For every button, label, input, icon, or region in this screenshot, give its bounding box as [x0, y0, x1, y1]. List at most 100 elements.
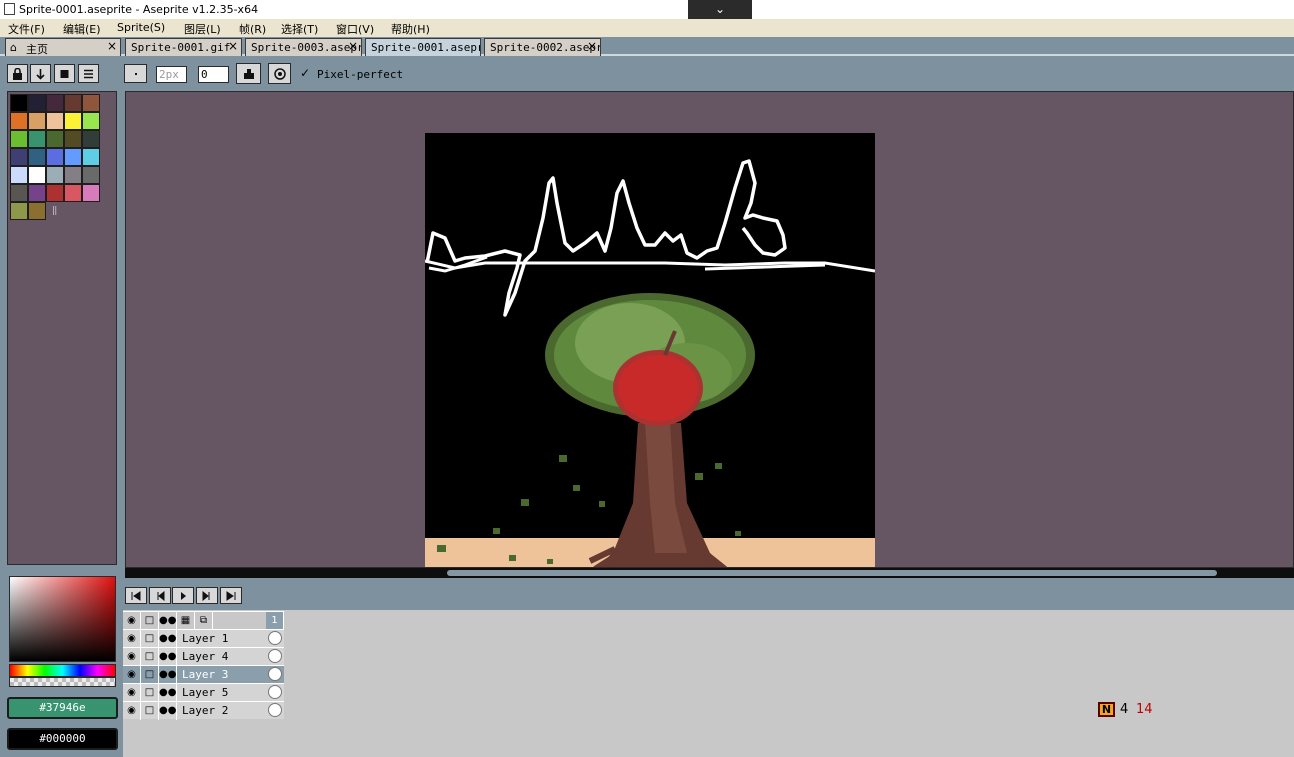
palette-swatch[interactable]: [64, 94, 82, 112]
sprite-canvas[interactable]: [425, 133, 875, 567]
close-icon[interactable]: ×: [228, 39, 238, 53]
tab-sprite-0003[interactable]: Sprite-0003.aseprite ×: [245, 38, 362, 56]
menu-file[interactable]: 文件(F): [8, 21, 45, 37]
lock-icon[interactable]: □: [141, 702, 159, 720]
palette-swatch[interactable]: [28, 202, 46, 220]
menu-layer[interactable]: 图层(L): [184, 21, 221, 37]
palette-swatch[interactable]: [82, 94, 100, 112]
palette-swatch[interactable]: [46, 184, 64, 202]
layer-row[interactable]: ◉ □ ●● Layer 2: [123, 701, 284, 720]
palette-swatch[interactable]: [46, 166, 64, 184]
eye-icon[interactable]: ◉: [123, 612, 141, 630]
layer-cel[interactable]: [268, 685, 282, 699]
tab-home[interactable]: ⌂ 主页 ×: [5, 38, 121, 56]
onion-skin-icon[interactable]: ⧉: [195, 612, 213, 630]
alpha-slider[interactable]: [9, 677, 116, 687]
palette-resize-handle[interactable]: ‖: [52, 206, 57, 216]
menu-help[interactable]: 帮助(H): [391, 21, 430, 37]
palette-swatch[interactable]: [28, 184, 46, 202]
chevron-down-icon[interactable]: ⌄: [688, 0, 752, 19]
palette-swatch[interactable]: [10, 94, 28, 112]
palette-swatch[interactable]: [82, 112, 100, 130]
palette-swatch[interactable]: [64, 112, 82, 130]
palette-swatch[interactable]: [28, 112, 46, 130]
eye-icon[interactable]: ◉: [123, 702, 141, 720]
lock-icon[interactable]: □: [141, 630, 159, 648]
background-color-button[interactable]: #000000: [7, 728, 118, 750]
layer-cel[interactable]: [268, 631, 282, 645]
eye-icon[interactable]: ◉: [123, 630, 141, 648]
continuous-icon[interactable]: ●●: [159, 666, 177, 684]
pixel-perfect-checkbox[interactable]: ✓: [300, 66, 310, 80]
continuous-icon[interactable]: ●●: [159, 648, 177, 666]
tab-sprite-0001-active[interactable]: Sprite-0001.aseprite: [365, 38, 481, 56]
symmetry-icon[interactable]: [268, 63, 291, 84]
color-spectrum[interactable]: [9, 576, 116, 662]
continuous-icon[interactable]: ●●: [159, 612, 177, 630]
layer-cel[interactable]: [268, 667, 282, 681]
previous-frame-icon[interactable]: [149, 587, 171, 604]
brush-angle-input[interactable]: 0: [198, 66, 229, 83]
menu-icon[interactable]: [78, 64, 99, 83]
lock-icon[interactable]: □: [141, 666, 159, 684]
lock-icon[interactable]: [7, 64, 28, 83]
last-frame-icon[interactable]: [220, 587, 242, 604]
square-icon[interactable]: [54, 64, 75, 83]
hue-slider[interactable]: [9, 664, 116, 677]
menu-window[interactable]: 窗口(V): [336, 21, 374, 37]
palette-swatch[interactable]: [46, 94, 64, 112]
next-frame-icon[interactable]: [196, 587, 218, 604]
close-icon[interactable]: ×: [348, 39, 358, 53]
layer-cel[interactable]: [268, 703, 282, 717]
layer-row[interactable]: ◉ □ ●● Layer 4: [123, 647, 284, 666]
lock-icon[interactable]: □: [141, 648, 159, 666]
canvas-area[interactable]: [125, 91, 1294, 568]
tab-sprite-0001-gif[interactable]: Sprite-0001.gif ×: [125, 38, 242, 56]
palette-swatch[interactable]: [10, 112, 28, 130]
palette-swatch[interactable]: [46, 130, 64, 148]
palette-swatch[interactable]: [10, 202, 28, 220]
palette-swatch[interactable]: [82, 148, 100, 166]
palette-swatch[interactable]: [28, 94, 46, 112]
brush-size-input[interactable]: 2px: [156, 66, 187, 83]
menu-edit[interactable]: 编辑(E): [63, 21, 101, 37]
news-icon[interactable]: N: [1098, 702, 1115, 717]
continuous-icon[interactable]: ●●: [159, 684, 177, 702]
eye-icon[interactable]: ◉: [123, 666, 141, 684]
brush-dot-icon[interactable]: [124, 64, 147, 83]
lock-icon[interactable]: □: [141, 684, 159, 702]
menu-sprite[interactable]: Sprite(S): [117, 21, 165, 34]
horizontal-scrollbar-thumb[interactable]: [447, 570, 1217, 576]
palette-swatch[interactable]: [64, 130, 82, 148]
eye-icon[interactable]: ◉: [123, 684, 141, 702]
menu-frame[interactable]: 帧(R): [239, 21, 266, 37]
close-icon[interactable]: ×: [107, 39, 117, 53]
lock-icon[interactable]: □: [141, 612, 159, 630]
sort-down-icon[interactable]: [30, 64, 51, 83]
link-icon[interactable]: ▦: [177, 612, 195, 630]
palette-swatch[interactable]: [64, 148, 82, 166]
palette-swatch[interactable]: [28, 130, 46, 148]
continuous-icon[interactable]: ●●: [159, 702, 177, 720]
palette-swatch[interactable]: [10, 130, 28, 148]
tab-sprite-0002[interactable]: Sprite-0002.aseprite ×: [484, 38, 601, 56]
layer-row[interactable]: ◉ □ ●● Layer 3: [123, 665, 284, 684]
palette-swatch[interactable]: [82, 184, 100, 202]
layer-row[interactable]: ◉ □ ●● Layer 5: [123, 683, 284, 702]
palette-swatch[interactable]: [64, 184, 82, 202]
palette-swatch[interactable]: [10, 148, 28, 166]
layer-row[interactable]: ◉ □ ●● Layer 1: [123, 629, 284, 648]
palette-swatch[interactable]: [64, 166, 82, 184]
layer-cel[interactable]: [268, 649, 282, 663]
palette-swatch[interactable]: [28, 148, 46, 166]
play-icon[interactable]: [172, 587, 194, 604]
frame-number[interactable]: 1: [266, 612, 284, 630]
palette-swatch[interactable]: [10, 184, 28, 202]
eye-icon[interactable]: ◉: [123, 648, 141, 666]
palette-swatch[interactable]: [46, 112, 64, 130]
ink-icon[interactable]: [236, 63, 261, 84]
close-icon[interactable]: ×: [587, 39, 597, 53]
foreground-color-button[interactable]: #37946e: [7, 697, 118, 719]
palette-swatch[interactable]: [10, 166, 28, 184]
palette-swatch[interactable]: [82, 166, 100, 184]
